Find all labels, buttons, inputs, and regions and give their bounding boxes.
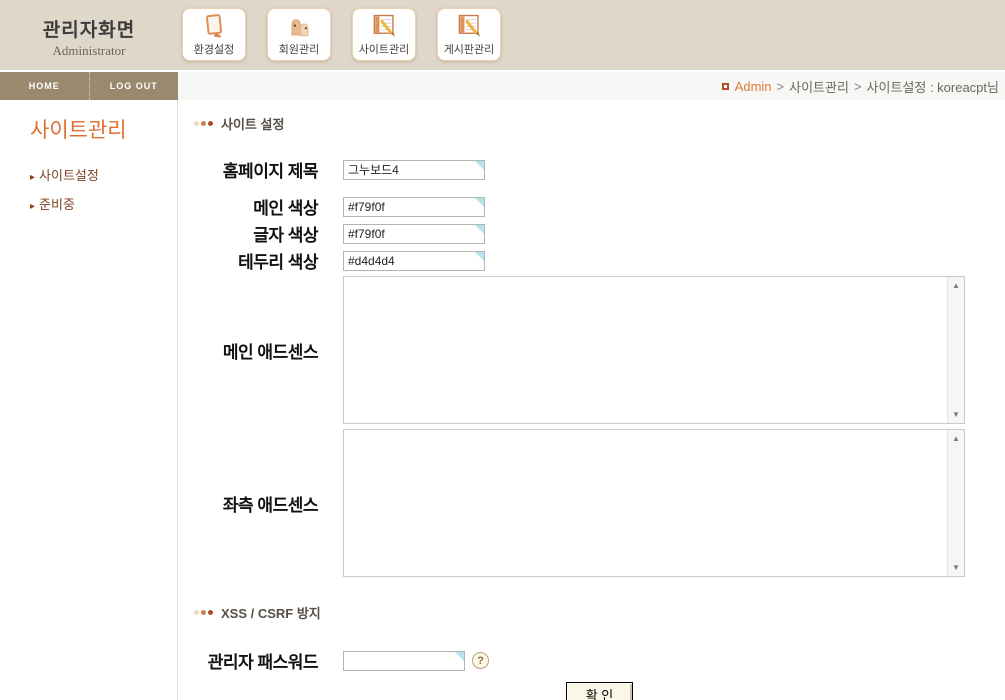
subbar: HOME LOG OUT Admin > 사이트관리 > 사이트설정 : kor… xyxy=(0,72,1005,100)
section-title: 사이트 설정 xyxy=(221,114,284,133)
field-row-homepage-title: 홈페이지 제목 xyxy=(194,157,1005,182)
sidebar-title: 사이트관리 xyxy=(30,114,177,144)
header: 관리자화면 Administrator 환경설정 xyxy=(0,0,1005,70)
sidebar-item-preparing[interactable]: ▸ 준비중 xyxy=(30,194,177,213)
input-corner-icon xyxy=(343,251,485,271)
left-adsense-textarea[interactable] xyxy=(344,430,947,576)
breadcrumb-bullet-icon xyxy=(722,83,729,90)
section-site-settings: 사이트 설정 xyxy=(194,117,1005,130)
menu-arrow-icon: ▸ xyxy=(30,201,35,212)
members-icon xyxy=(286,13,313,40)
breadcrumb-item: 사이트설정 : koreacpt님 xyxy=(867,77,999,96)
nav-members-button[interactable]: 회원관리 xyxy=(267,8,331,61)
nav-label: 게시판관리 xyxy=(444,41,495,57)
section-dots-icon xyxy=(194,610,199,615)
section-title: XSS / CSRF 방지 xyxy=(221,603,321,622)
menu-arrow-icon: ▸ xyxy=(30,172,35,183)
breadcrumb: Admin > 사이트관리 > 사이트설정 : koreacpt님 xyxy=(178,72,1005,100)
admin-password-input[interactable] xyxy=(343,651,465,671)
nav-board-button[interactable]: 게시판관리 xyxy=(437,8,501,61)
home-button[interactable]: HOME xyxy=(0,72,90,100)
field-row-main-adsense: 메인 애드센스 ▲ ▼ xyxy=(194,276,1005,424)
section-dots-icon xyxy=(208,610,213,615)
sidebar-item-site-settings[interactable]: ▸ 사이트설정 xyxy=(30,165,177,184)
sidebar: 사이트관리 ▸ 사이트설정 ▸ 준비중 xyxy=(0,100,178,700)
nav-site-button[interactable]: 사이트관리 xyxy=(352,8,416,61)
scroll-up-icon[interactable]: ▲ xyxy=(952,281,960,290)
confirm-button[interactable]: 확 인 xyxy=(566,682,634,700)
sidebar-item-label: 준비중 xyxy=(39,197,75,212)
main-adsense-textarea[interactable] xyxy=(344,277,947,423)
main-color-input[interactable] xyxy=(343,197,485,217)
main-content: 사이트 설정 홈페이지 제목 메인 색상 글자 색상 테두리 색상 메인 애드센… xyxy=(178,100,1005,700)
logout-button[interactable]: LOG OUT xyxy=(90,72,179,100)
section-dots-icon xyxy=(208,121,213,126)
site-notebook-icon xyxy=(371,13,398,40)
submit-row: 확 인 xyxy=(194,682,1005,700)
field-label: 테두리 색상 xyxy=(194,248,318,273)
page-subtitle: Administrator xyxy=(0,43,178,59)
breadcrumb-item: 사이트관리 xyxy=(789,77,849,96)
field-label: 메인 애드센스 xyxy=(194,338,318,363)
sidebar-menu: ▸ 사이트설정 ▸ 준비중 xyxy=(30,165,177,213)
section-dots-icon xyxy=(201,121,206,126)
page-title: 관리자화면 xyxy=(0,15,178,42)
main-adsense-textarea-box: ▲ ▼ xyxy=(343,276,965,424)
top-nav: 환경설정 회원관리 xyxy=(182,0,501,70)
input-corner-icon xyxy=(343,224,485,244)
field-label: 관리자 패스워드 xyxy=(194,648,318,673)
left-adsense-textarea-box: ▲ ▼ xyxy=(343,429,965,577)
board-notebook-icon xyxy=(456,13,483,40)
input-corner-icon xyxy=(343,651,465,671)
settings-monitor-icon xyxy=(201,13,228,40)
input-corner-icon xyxy=(343,197,485,217)
field-row-text-color: 글자 색상 xyxy=(194,221,1005,246)
section-dots-icon xyxy=(201,610,206,615)
field-label: 홈페이지 제목 xyxy=(194,157,318,182)
breadcrumb-admin-link[interactable]: Admin xyxy=(735,79,772,94)
textarea-scrollbar[interactable]: ▲ ▼ xyxy=(947,277,964,423)
homepage-title-input[interactable] xyxy=(343,160,485,180)
field-label: 메인 색상 xyxy=(194,194,318,219)
scroll-down-icon[interactable]: ▼ xyxy=(952,563,960,572)
brand: 관리자화면 Administrator xyxy=(0,0,178,70)
breadcrumb-separator: > xyxy=(854,79,862,94)
scroll-down-icon[interactable]: ▼ xyxy=(952,410,960,419)
nav-label: 사이트관리 xyxy=(359,41,410,57)
input-corner-icon xyxy=(343,160,485,180)
section-dots-icon xyxy=(194,121,199,126)
field-row-admin-password: 관리자 패스워드 ? xyxy=(194,648,1005,673)
field-row-left-adsense: 좌측 애드센스 ▲ ▼ xyxy=(194,429,1005,577)
home-logout-bar: HOME LOG OUT xyxy=(0,72,178,100)
text-color-input[interactable] xyxy=(343,224,485,244)
breadcrumb-separator: > xyxy=(777,79,785,94)
field-row-main-color: 메인 색상 xyxy=(194,194,1005,219)
section-xss-csrf: XSS / CSRF 방지 xyxy=(194,606,1005,619)
admin-page: 관리자화면 Administrator 환경설정 xyxy=(0,0,1005,700)
border-color-input[interactable] xyxy=(343,251,485,271)
field-label: 글자 색상 xyxy=(194,221,318,246)
field-row-border-color: 테두리 색상 xyxy=(194,248,1005,273)
scroll-up-icon[interactable]: ▲ xyxy=(952,434,960,443)
nav-label: 환경설정 xyxy=(194,41,234,57)
nav-settings-button[interactable]: 환경설정 xyxy=(182,8,246,61)
textarea-scrollbar[interactable]: ▲ ▼ xyxy=(947,430,964,576)
nav-label: 회원관리 xyxy=(279,41,319,57)
sidebar-item-label: 사이트설정 xyxy=(39,168,99,183)
field-label: 좌측 애드센스 xyxy=(194,491,318,516)
help-icon[interactable]: ? xyxy=(472,652,489,669)
